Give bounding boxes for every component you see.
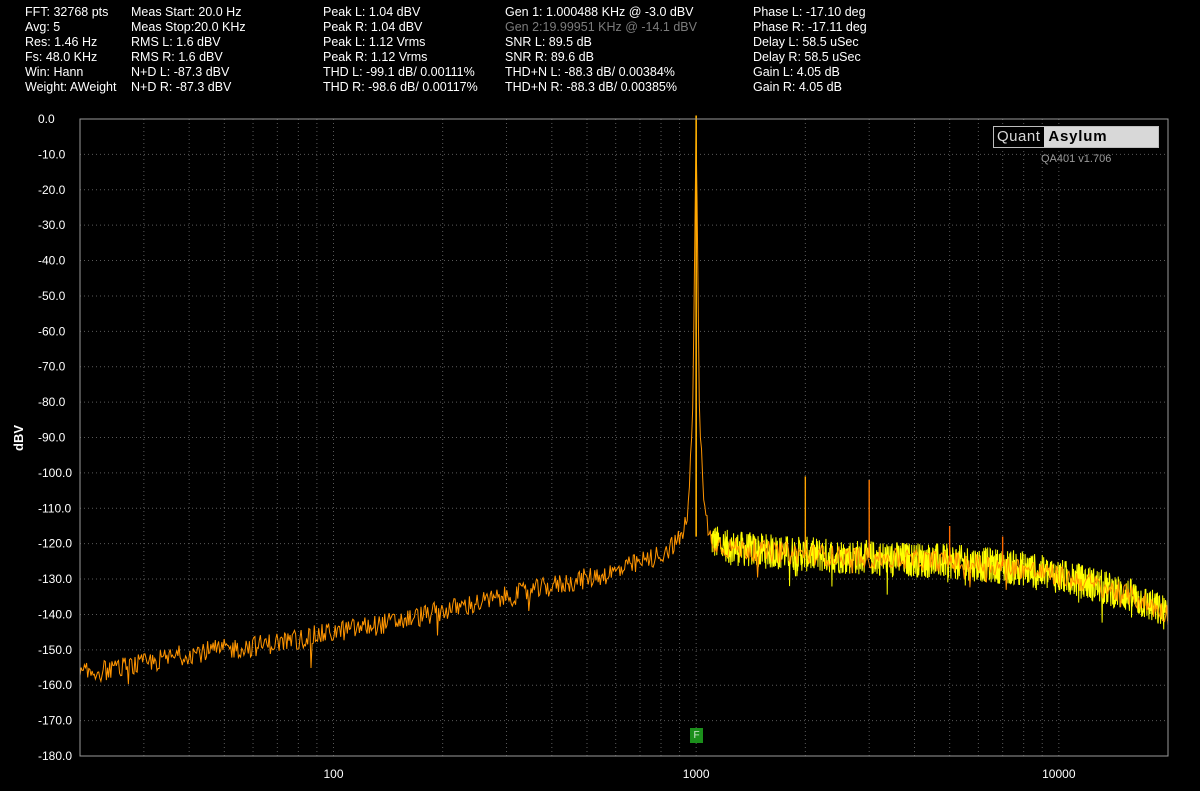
y-tick-label: -80.0 [38,395,66,409]
y-tick-label: -130.0 [38,572,72,586]
y-tick-label: -20.0 [38,183,66,197]
version-label: QA401 v1.706 [1041,153,1112,165]
y-tick-label: -110.0 [38,501,71,515]
y-tick-label: -10.0 [38,147,66,161]
x-tick-label: 1000 [683,767,710,781]
x-tick-label: 10000 [1042,767,1076,781]
y-tick-label: -100.0 [38,466,72,480]
spectrum-chart: 0.0 -10.0 -20.0 -30.0 -40.0 -50.0 -60.0 -70.0 -8… [11,112,1169,781]
y-tick-label: -30.0 [38,218,66,232]
y-axis-title: dBV [11,425,26,451]
logo-left: Quant [994,127,1045,147]
y-tick-label: -120.0 [38,537,72,551]
y-tick-label: 0.0 [38,112,55,126]
y-tick-label: -60.0 [38,324,66,338]
quantasylum-logo: Quant Asylum [993,126,1159,148]
y-tick-label: -50.0 [38,289,66,303]
y-axis-ticks: 0.0 -10.0 -20.0 -30.0 -40.0 -50.0 -60.0 -70.0 -8… [38,112,72,763]
y-tick-label: -70.0 [38,360,66,374]
y-tick-label: -150.0 [38,643,72,657]
x-tick-label: 100 [323,767,343,781]
logo-right: Asylum [1044,127,1158,147]
y-tick-label: -180.0 [38,749,72,763]
y-tick-label: -140.0 [38,607,72,621]
y-tick-label: -170.0 [38,714,72,728]
frequency-marker[interactable]: F [690,728,703,743]
y-tick-label: -40.0 [38,254,66,268]
y-tick-label: -90.0 [38,431,66,445]
x-axis-ticks: 100 1000 10000 [323,767,1075,781]
y-tick-label: -160.0 [38,678,72,692]
